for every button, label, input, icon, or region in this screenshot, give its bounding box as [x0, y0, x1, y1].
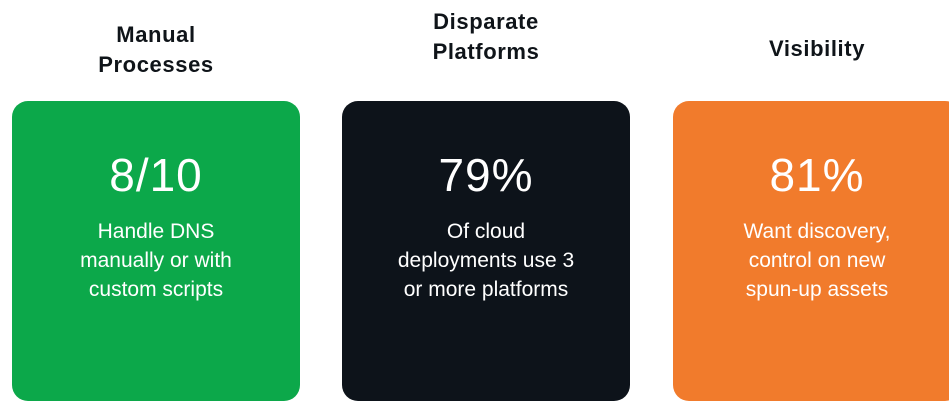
stat-card: 8/10 Handle DNS manually or with custom …	[12, 101, 300, 401]
stat-column-visibility: Visibility 81% Want discovery, control o…	[673, 0, 949, 401]
stat-card: 79% Of cloud deployments use 3 or more p…	[342, 101, 630, 401]
stat-column-manual-processes: Manual Processes 8/10 Handle DNS manuall…	[12, 0, 300, 401]
stat-description: Want discovery, control on new spun-up a…	[743, 220, 891, 301]
stat-column-disparate-platforms: Disparate Platforms 79% Of cloud deploym…	[342, 0, 630, 401]
column-heading: Visibility	[768, 36, 866, 61]
stat-value: 81%	[769, 149, 865, 201]
column-heading: Manual Processes	[98, 22, 214, 77]
stat-description: Handle DNS manually or with custom scrip…	[80, 220, 232, 301]
stat-card: 81% Want discovery, control on new spun-…	[673, 101, 949, 401]
stat-description: Of cloud deployments use 3 or more platf…	[397, 220, 575, 301]
stat-value: 8/10	[109, 149, 203, 201]
column-heading: Disparate Platforms	[432, 9, 540, 64]
stat-value: 79%	[438, 149, 534, 201]
